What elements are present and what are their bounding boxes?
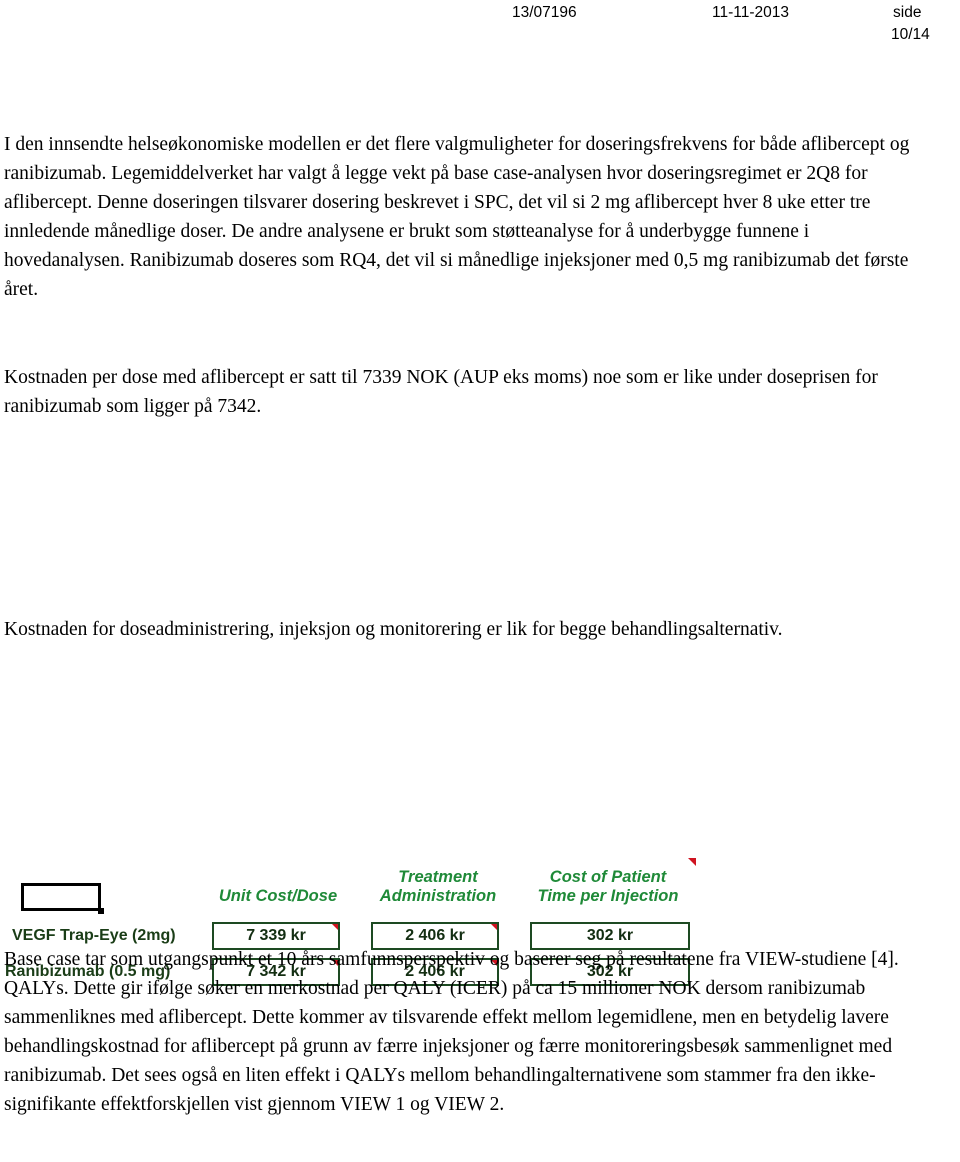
paragraph-administration-costs: Kostnaden for doseadministrering, injeks…	[4, 618, 783, 640]
column-header-unit-cost-dose: Unit Cost/Dose	[218, 887, 338, 905]
header-date: 11-11-2013	[712, 4, 789, 21]
header-side-label: side	[893, 4, 922, 21]
comment-marker-icon	[332, 924, 338, 930]
paragraph-cost-per-dose: Kostnaden per dose med aflibercept er sa…	[4, 366, 878, 417]
paragraph-dosing-regimens: I den innsendte helseøkonomiske modellen…	[4, 133, 910, 300]
row-label-vegf-trap-eye: VEGF Trap-Eye (2mg)	[12, 927, 176, 944]
corner-empty-cell[interactable]	[21, 883, 101, 911]
fill-handle[interactable]	[98, 908, 104, 914]
comment-marker-icon	[491, 924, 497, 930]
header-case-number: 13/07196	[512, 4, 577, 21]
cost-table-screenshot: Unit Cost/Dose Treatment Administration …	[0, 425, 720, 986]
document-header: 13/07196 11-11-2013 side 10/14	[0, 0, 960, 60]
header-page-number: 10/14	[891, 26, 930, 43]
column-header-cost-of-patient-time: Cost of Patient Time per Injection	[537, 868, 679, 905]
exam-cost-table-screenshot: Cost/Exam Physician Visit Fundus Photogr…	[0, 655, 420, 875]
paragraph-base-case-results: Base case tar som utgangspunkt et 10 års…	[4, 948, 899, 1115]
comment-marker-icon	[688, 858, 696, 866]
document-page: 13/07196 11-11-2013 side 10/14 I den inn…	[0, 0, 960, 1162]
